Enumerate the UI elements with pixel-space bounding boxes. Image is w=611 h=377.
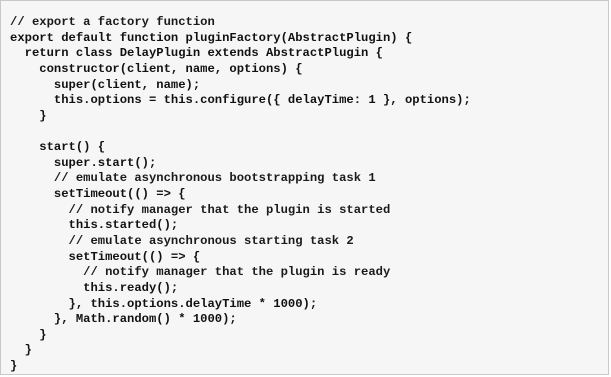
- code-line-11: // emulate asynchronous bootstrapping ta…: [10, 171, 376, 186]
- code-line-7: }: [10, 108, 47, 123]
- code-line-23: }: [10, 359, 18, 374]
- code-snippet-frame: // export a factory function export defau…: [0, 0, 609, 375]
- code-line-17: // notify manager that the plugin is rea…: [10, 265, 391, 280]
- code-line-14: this.started();: [10, 218, 179, 233]
- code-line-2: export default function pluginFactory(Ab…: [10, 30, 413, 45]
- code-line-20: }, Math.random() * 1000);: [10, 312, 237, 327]
- code-line-19: }, this.options.delayTime * 1000);: [10, 296, 318, 311]
- code-line-16: setTimeout(() => {: [10, 249, 201, 264]
- code-line-18: this.ready();: [10, 280, 179, 295]
- code-line-12: setTimeout(() => {: [10, 187, 186, 202]
- code-line-5: super(client, name);: [10, 77, 201, 92]
- code-line-6: this.options = this.configure({ delayTim…: [10, 93, 471, 108]
- code-line-3: return class DelayPlugin extends Abstrac…: [10, 46, 383, 61]
- code-line-9: start() {: [10, 140, 106, 155]
- code-block: // export a factory function export defau…: [10, 15, 471, 375]
- code-line-21: }: [10, 327, 47, 342]
- code-line-1: // export a factory function: [10, 15, 215, 29]
- code-line-15: // emulate asynchronous starting task 2: [10, 233, 354, 248]
- code-line-22: }: [10, 343, 32, 358]
- code-line-4: constructor(client, name, options) {: [10, 61, 303, 76]
- code-line-13: // notify manager that the plugin is sta…: [10, 202, 391, 217]
- code-line-10: super.start();: [10, 155, 157, 170]
